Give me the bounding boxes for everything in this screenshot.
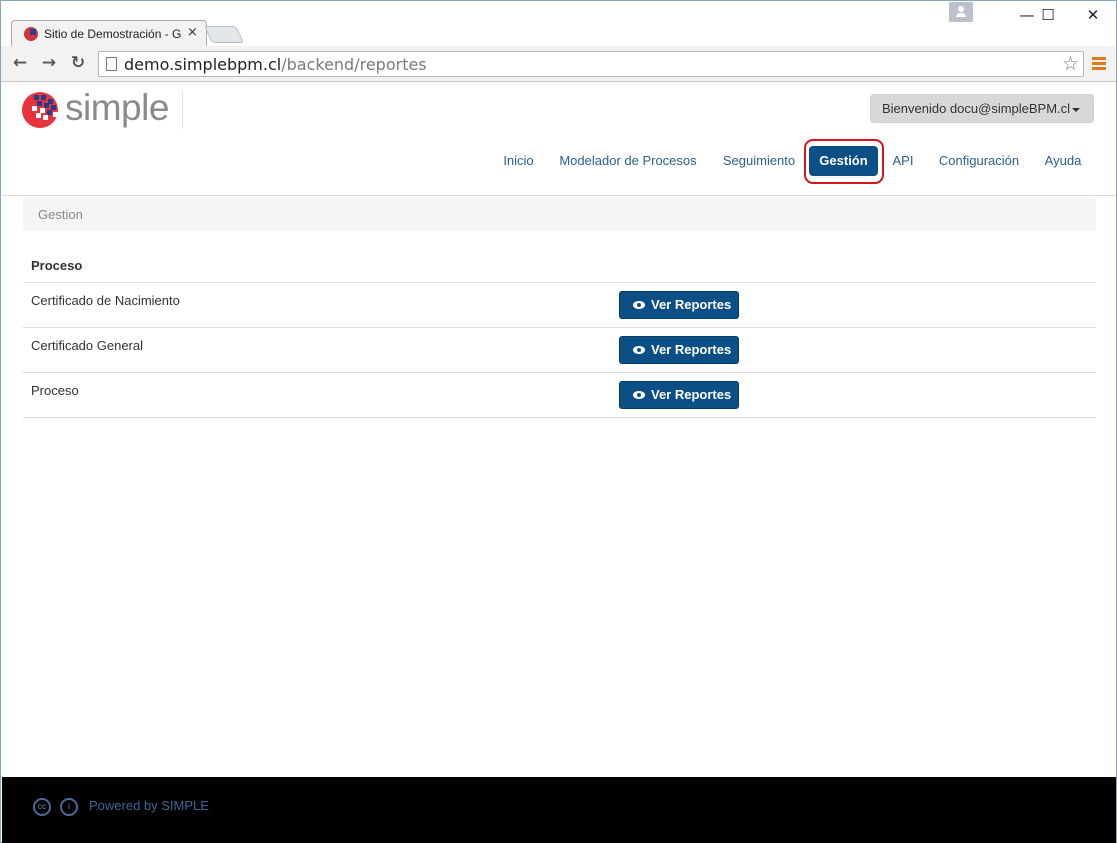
browser-tab[interactable]: Sitio de Demostración - G × bbox=[11, 20, 207, 46]
creative-commons-icon[interactable]: cc bbox=[33, 798, 51, 816]
eye-icon bbox=[633, 346, 645, 354]
tab-close-icon[interactable]: × bbox=[187, 25, 198, 40]
back-button[interactable]: ← bbox=[9, 52, 31, 74]
maximize-button[interactable]: ☐ bbox=[1028, 4, 1068, 26]
nav-configuracion[interactable]: Configuración bbox=[934, 145, 1024, 179]
breadcrumb-current: Gestion bbox=[38, 207, 83, 222]
nav-inicio[interactable]: Inicio bbox=[496, 145, 541, 179]
eye-icon bbox=[633, 391, 645, 399]
attribution-icon[interactable]: i bbox=[60, 798, 78, 816]
reload-icon: ↻ bbox=[70, 53, 86, 73]
url-path: /backend/reportes bbox=[281, 55, 427, 74]
nav-ayuda[interactable]: Ayuda bbox=[1038, 145, 1088, 179]
browser-window: Sitio de Demostración - G × — ☐ ✕ ← → ↻ … bbox=[0, 0, 1117, 843]
table-row: Certificado General Ver Reportes bbox=[23, 328, 1096, 373]
caret-down-icon bbox=[1072, 107, 1081, 112]
user-menu-dropdown[interactable]: Bienvenido docu@simpleBPM.cl bbox=[870, 94, 1094, 123]
ver-reportes-label: Ver Reportes bbox=[651, 342, 732, 357]
highlight-annotation bbox=[804, 139, 884, 184]
ver-reportes-label: Ver Reportes bbox=[651, 387, 732, 402]
simple-logo[interactable]: simple bbox=[22, 87, 182, 131]
logo-divider bbox=[182, 91, 183, 129]
nav-seguimiento[interactable]: Seguimiento bbox=[716, 145, 802, 179]
table-row: Proceso Ver Reportes bbox=[23, 373, 1096, 418]
close-window-button[interactable]: ✕ bbox=[1073, 4, 1113, 26]
ver-reportes-button[interactable]: Ver Reportes bbox=[619, 381, 739, 409]
eye-icon bbox=[633, 301, 645, 309]
nav-api[interactable]: API bbox=[886, 145, 920, 179]
title-bar: Sitio de Demostración - G × — ☐ ✕ bbox=[1, 1, 1116, 46]
forward-button[interactable]: → bbox=[38, 52, 60, 74]
process-name: Proceso bbox=[31, 383, 79, 398]
process-name: Certificado General bbox=[31, 338, 143, 353]
url-text: demo.simplebpm.cl/backend/reportes bbox=[124, 55, 427, 74]
page-icon bbox=[106, 57, 117, 71]
ver-reportes-label: Ver Reportes bbox=[651, 297, 732, 312]
header-divider bbox=[2, 195, 1116, 196]
bookmark-star-icon[interactable]: ☆ bbox=[1062, 53, 1079, 75]
reload-button[interactable]: ↻ bbox=[67, 52, 89, 74]
close-icon: ✕ bbox=[1086, 6, 1100, 24]
back-arrow-icon: ← bbox=[12, 53, 28, 73]
logo-text: simple bbox=[65, 87, 169, 128]
footer: cc i Powered by SIMPLE bbox=[2, 777, 1116, 843]
main-nav: Inicio Modelador de Procesos Seguimiento… bbox=[2, 145, 1116, 179]
process-name: Certificado de Nacimiento bbox=[31, 293, 180, 308]
favicon-icon bbox=[24, 27, 38, 41]
address-bar[interactable]: demo.simplebpm.cl/backend/reportes ☆ bbox=[98, 51, 1084, 77]
powered-by-link[interactable]: Powered by SIMPLE bbox=[89, 798, 209, 813]
browser-menu-icon[interactable] bbox=[1092, 57, 1106, 71]
page-content: simple Bienvenido docu@simpleBPM.cl Inic… bbox=[2, 82, 1116, 777]
forward-arrow-icon: → bbox=[41, 53, 57, 73]
browser-toolbar: ← → ↻ demo.simplebpm.cl/backend/reportes… bbox=[1, 46, 1116, 82]
new-tab-button[interactable] bbox=[204, 26, 244, 43]
user-menu-label: Bienvenido docu@simpleBPM.cl bbox=[882, 101, 1071, 116]
url-host: demo.simplebpm.cl bbox=[124, 55, 282, 74]
table-row: Certificado de Nacimiento Ver Reportes bbox=[23, 283, 1096, 328]
ver-reportes-button[interactable]: Ver Reportes bbox=[619, 336, 739, 364]
nav-modelador[interactable]: Modelador de Procesos bbox=[554, 145, 702, 179]
maximize-icon: ☐ bbox=[1041, 6, 1055, 24]
breadcrumb: Gestion bbox=[23, 198, 1096, 231]
profile-icon[interactable] bbox=[949, 2, 973, 22]
process-table: Proceso Certificado de Nacimiento Ver Re… bbox=[23, 256, 1096, 418]
table-header-proceso: Proceso bbox=[23, 256, 1096, 283]
ver-reportes-button[interactable]: Ver Reportes bbox=[619, 291, 739, 319]
logo-mark-icon bbox=[22, 92, 58, 128]
tab-title: Sitio de Demostración - G bbox=[44, 27, 182, 41]
